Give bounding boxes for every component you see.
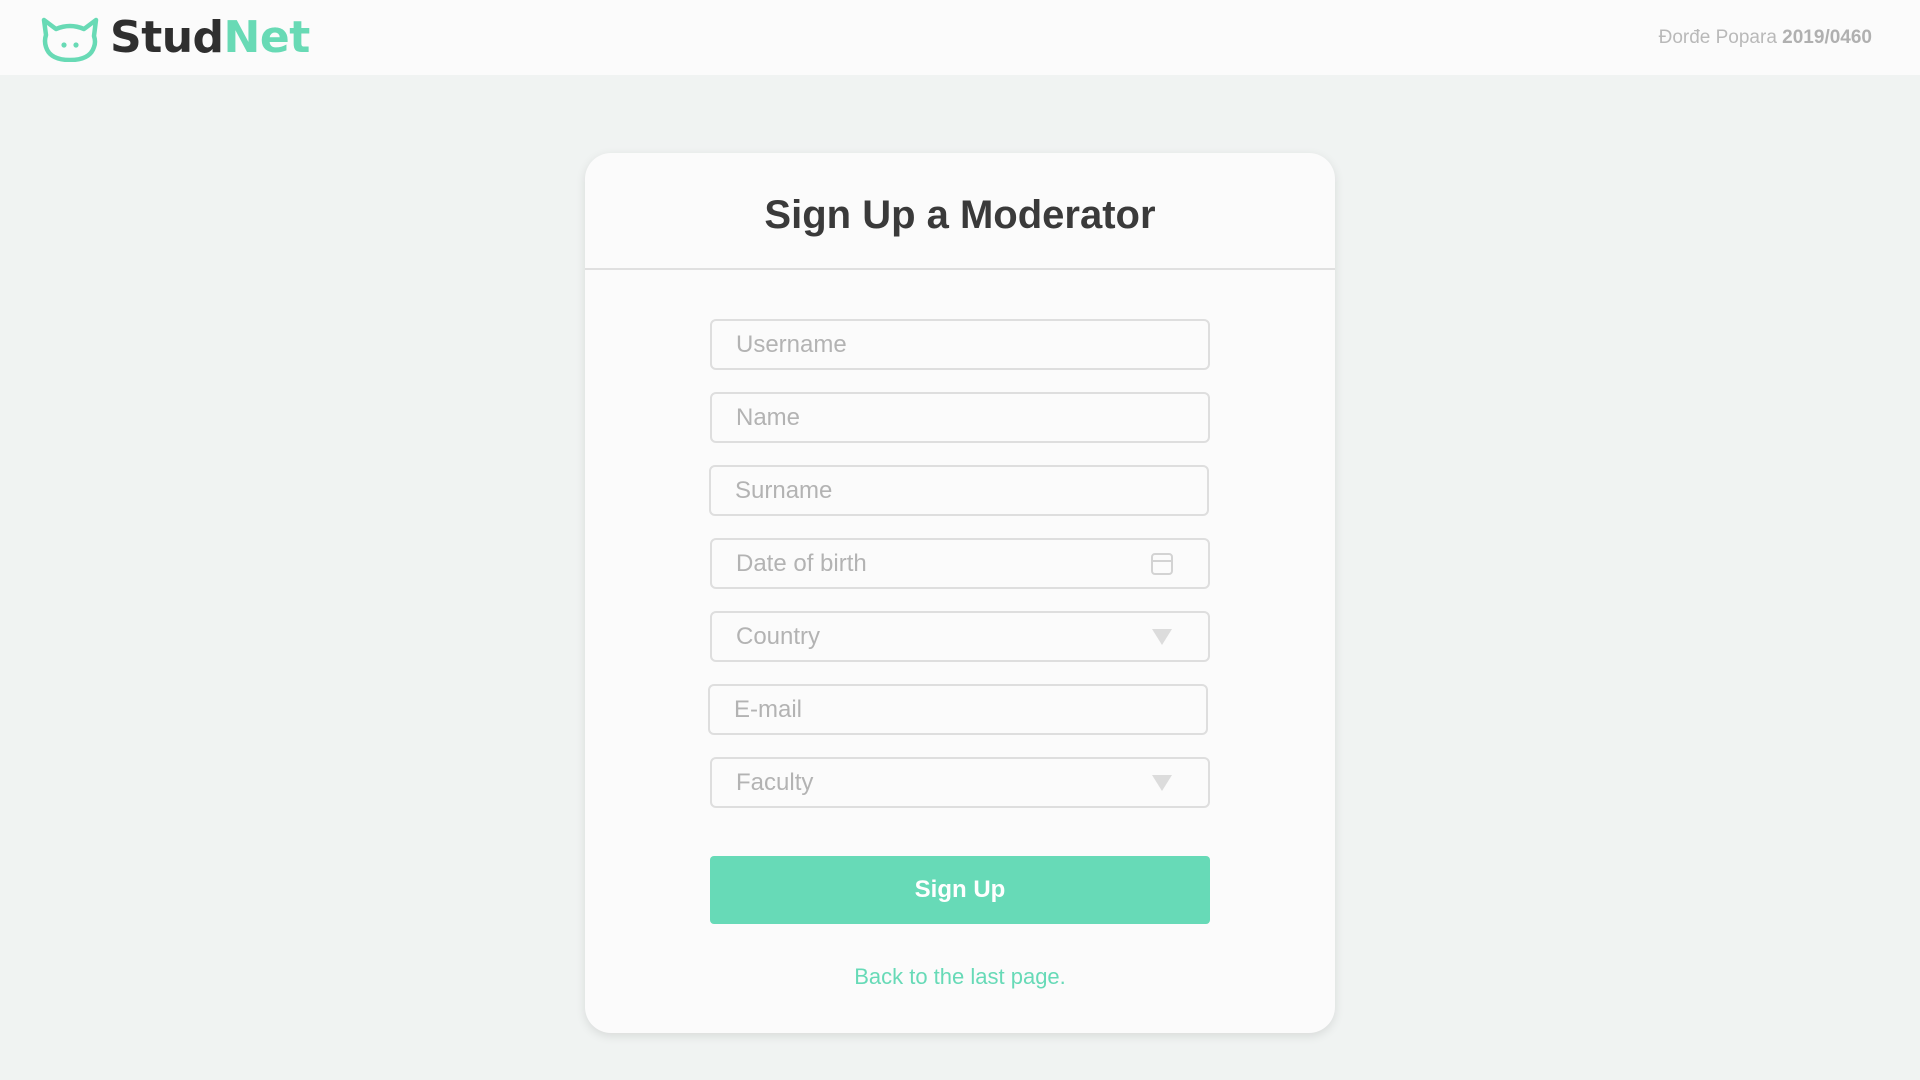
email-field-wrapper [708,684,1208,735]
surname-field-wrapper [709,465,1209,516]
logo-text-part2: Net [223,12,311,63]
dropdown-arrow-icon [1152,775,1172,791]
name-input[interactable] [712,394,1208,441]
country-select-value: Country [736,623,821,650]
studnet-logo[interactable]: StudNet [40,14,310,62]
faculty-select[interactable]: Faculty [710,757,1210,808]
calendar-icon[interactable] [1150,552,1174,576]
cat-face-icon [41,17,99,62]
back-link[interactable]: Back to the last page. [585,964,1335,990]
user-name: Đorđe Popara [1658,27,1777,48]
signup-card: Sign Up a Moderator Country Faculty Sign… [585,153,1335,1033]
user-info: Đorđe Popara 2019/0460 [1659,27,1872,49]
email-input[interactable] [710,686,1206,733]
top-bar: StudNet Đorđe Popara 2019/0460 [0,0,1920,75]
user-id: 2019/0460 [1782,27,1872,48]
logo-wordmark: StudNet [110,14,310,62]
surname-input[interactable] [711,467,1207,514]
country-select[interactable]: Country [710,611,1210,662]
username-field-wrapper [710,319,1210,370]
title-divider [585,268,1335,270]
logo-text-part1: Stud [110,12,224,63]
dropdown-arrow-icon [1152,629,1172,645]
faculty-select-value: Faculty [736,769,814,796]
sign-up-button[interactable]: Sign Up [710,856,1210,924]
username-input[interactable] [712,321,1208,368]
page-title: Sign Up a Moderator [764,193,1156,237]
date-of-birth-input[interactable] [712,540,1208,587]
date-of-birth-field-wrapper [710,538,1210,589]
name-field-wrapper [710,392,1210,443]
